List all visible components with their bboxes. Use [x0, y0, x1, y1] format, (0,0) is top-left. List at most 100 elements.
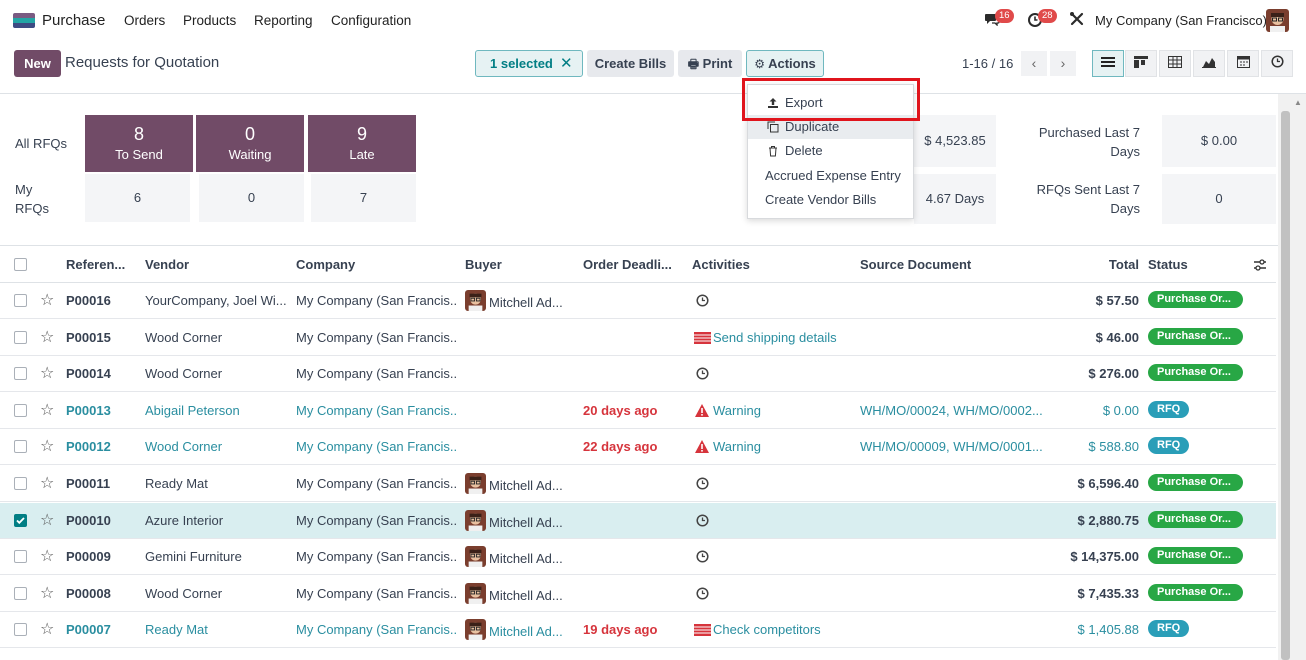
select-all-checkbox[interactable]: [14, 258, 27, 271]
row-checkbox[interactable]: [14, 294, 27, 307]
priority-star-icon[interactable]: ☆: [40, 510, 54, 530]
activity-clock-icon[interactable]: [696, 367, 709, 380]
table-row[interactable]: ☆ P00012 Wood Corner My Company (San Franci…: [0, 429, 1276, 465]
menu-configuration[interactable]: Configuration: [331, 13, 411, 28]
col-activities[interactable]: Activities: [692, 257, 750, 272]
pager-next-button[interactable]: ›: [1050, 51, 1076, 76]
company-switcher[interactable]: My Company (San Francisco): [1095, 13, 1267, 28]
table-row[interactable]: ☆ P00008 Wood Corner My Company (San Franci…: [0, 576, 1276, 612]
row-checkbox[interactable]: [14, 623, 27, 636]
col-reference[interactable]: Referen...: [66, 257, 125, 272]
activity-email-icon[interactable]: [694, 624, 711, 636]
row-checkbox[interactable]: [14, 404, 27, 417]
tile-to-send[interactable]: 8 To Send: [85, 115, 193, 172]
table-row[interactable]: ☆ P00011 Ready Mat My Company (San Francis.…: [0, 466, 1276, 502]
clear-selection-icon[interactable]: ✕: [560, 51, 573, 76]
row-checkbox[interactable]: [14, 367, 27, 380]
col-status[interactable]: Status: [1148, 257, 1188, 272]
cell-company: My Company (San Francis...: [296, 330, 456, 345]
priority-star-icon[interactable]: ☆: [40, 363, 54, 383]
activity-view-button[interactable]: [1261, 50, 1293, 77]
tile-late[interactable]: 9 Late: [308, 115, 416, 172]
warning-icon[interactable]: [694, 403, 710, 418]
col-order-deadline[interactable]: Order Deadli...: [583, 257, 672, 272]
table-row[interactable]: ☆ P00009 Gemini Furniture My Company (San F…: [0, 539, 1276, 575]
menu-reporting[interactable]: Reporting: [254, 13, 313, 28]
row-checkbox[interactable]: [14, 331, 27, 344]
table-row[interactable]: ☆ P00016 YourCompany, Joel Wi... My Company…: [0, 283, 1276, 319]
action-accrued-expense[interactable]: Accrued Expense Entry: [748, 164, 913, 188]
activity-clock-icon[interactable]: [696, 294, 709, 307]
cell-activity[interactable]: Check competitors: [713, 622, 821, 637]
kanban-view-button[interactable]: [1125, 50, 1157, 77]
cell-vendor: Wood Corner: [145, 586, 223, 601]
table-row[interactable]: ☆ P00010 Azure Interior My Company (San Fra…: [0, 503, 1276, 539]
action-create-vendor-bills[interactable]: Create Vendor Bills: [748, 188, 913, 212]
selection-indicator[interactable]: 1 selected ✕: [475, 50, 583, 77]
table-row[interactable]: ☆ P00015 Wood Corner My Company (San Franci…: [0, 320, 1276, 356]
debug-tools-icon[interactable]: [1069, 11, 1085, 27]
row-checkbox[interactable]: [14, 477, 27, 490]
calendar-view-button[interactable]: [1227, 50, 1259, 77]
table-row[interactable]: ☆ P00013 Abigail Peterson My Company (San F…: [0, 393, 1276, 429]
cell-total: $ 0.00: [1102, 403, 1139, 418]
col-total[interactable]: Total: [1105, 257, 1139, 272]
create-bills-button[interactable]: Create Bills: [587, 50, 674, 77]
col-vendor[interactable]: Vendor: [145, 257, 189, 272]
warning-icon[interactable]: [694, 439, 710, 454]
activity-email-icon[interactable]: [694, 332, 711, 344]
pager-value[interactable]: 1-16 / 16: [962, 56, 1013, 71]
tile-to-send-value: 8: [133, 124, 144, 144]
user-avatar[interactable]: [1266, 9, 1289, 32]
cell-activity[interactable]: Warning: [713, 439, 761, 454]
pivot-view-button[interactable]: [1159, 50, 1191, 77]
purchase-app-icon[interactable]: [13, 13, 35, 28]
list-view-button[interactable]: [1092, 50, 1124, 77]
tile-waiting[interactable]: 0 Waiting: [196, 115, 304, 172]
priority-star-icon[interactable]: ☆: [40, 327, 54, 347]
pager-previous-button[interactable]: ‹: [1021, 51, 1047, 76]
cell-activity[interactable]: Send shipping details: [713, 330, 837, 345]
row-checkbox[interactable]: [14, 440, 27, 453]
menu-products[interactable]: Products: [183, 13, 236, 28]
print-button[interactable]: 🖶 Print: [678, 50, 742, 77]
activity-clock-icon[interactable]: [696, 550, 709, 563]
avg-order-value: $ 4,523.85: [914, 115, 996, 167]
table-row[interactable]: ☆ P00007 Ready Mat My Company (San Francis.…: [0, 612, 1276, 648]
app-name[interactable]: Purchase: [42, 12, 105, 29]
priority-star-icon[interactable]: ☆: [40, 583, 54, 603]
activity-clock-icon[interactable]: [696, 587, 709, 600]
new-button[interactable]: New: [14, 50, 61, 77]
activity-clock-icon[interactable]: [696, 514, 709, 527]
col-company[interactable]: Company: [296, 257, 355, 272]
col-buyer[interactable]: Buyer: [465, 257, 502, 272]
cell-buyer: Mitchell Ad...: [489, 588, 563, 603]
selected-count: 1 selected: [490, 56, 553, 71]
row-checkbox[interactable]: [14, 587, 27, 600]
scrollbar-thumb[interactable]: [1281, 111, 1290, 660]
status-badge: Purchase Or...: [1148, 291, 1243, 308]
priority-star-icon[interactable]: ☆: [40, 290, 54, 310]
cell-buyer: Mitchell Ad...: [489, 515, 563, 530]
priority-star-icon[interactable]: ☆: [40, 619, 54, 639]
action-delete[interactable]: Delete: [748, 139, 913, 163]
my-late-cell[interactable]: 7: [311, 174, 416, 222]
my-to-send-cell[interactable]: 6: [85, 174, 190, 222]
menu-orders[interactable]: Orders: [124, 13, 165, 28]
col-source-document[interactable]: Source Document: [860, 257, 971, 272]
my-waiting-cell[interactable]: 0: [199, 174, 304, 222]
activity-clock-icon[interactable]: [696, 477, 709, 490]
cell-source-document: WH/MO/00009, WH/MO/0001...: [860, 439, 1043, 454]
row-checkbox[interactable]: [14, 514, 27, 527]
optional-columns-icon[interactable]: [1253, 258, 1267, 272]
graph-view-button[interactable]: [1193, 50, 1225, 77]
priority-star-icon[interactable]: ☆: [40, 400, 54, 420]
scroll-up-arrow[interactable]: ▲: [1294, 98, 1302, 107]
actions-button[interactable]: ⚙ Actions: [746, 50, 824, 77]
priority-star-icon[interactable]: ☆: [40, 473, 54, 493]
cell-activity[interactable]: Warning: [713, 403, 761, 418]
row-checkbox[interactable]: [14, 550, 27, 563]
table-row[interactable]: ☆ P00014 Wood Corner My Company (San Franci…: [0, 356, 1276, 392]
priority-star-icon[interactable]: ☆: [40, 546, 54, 566]
priority-star-icon[interactable]: ☆: [40, 436, 54, 456]
